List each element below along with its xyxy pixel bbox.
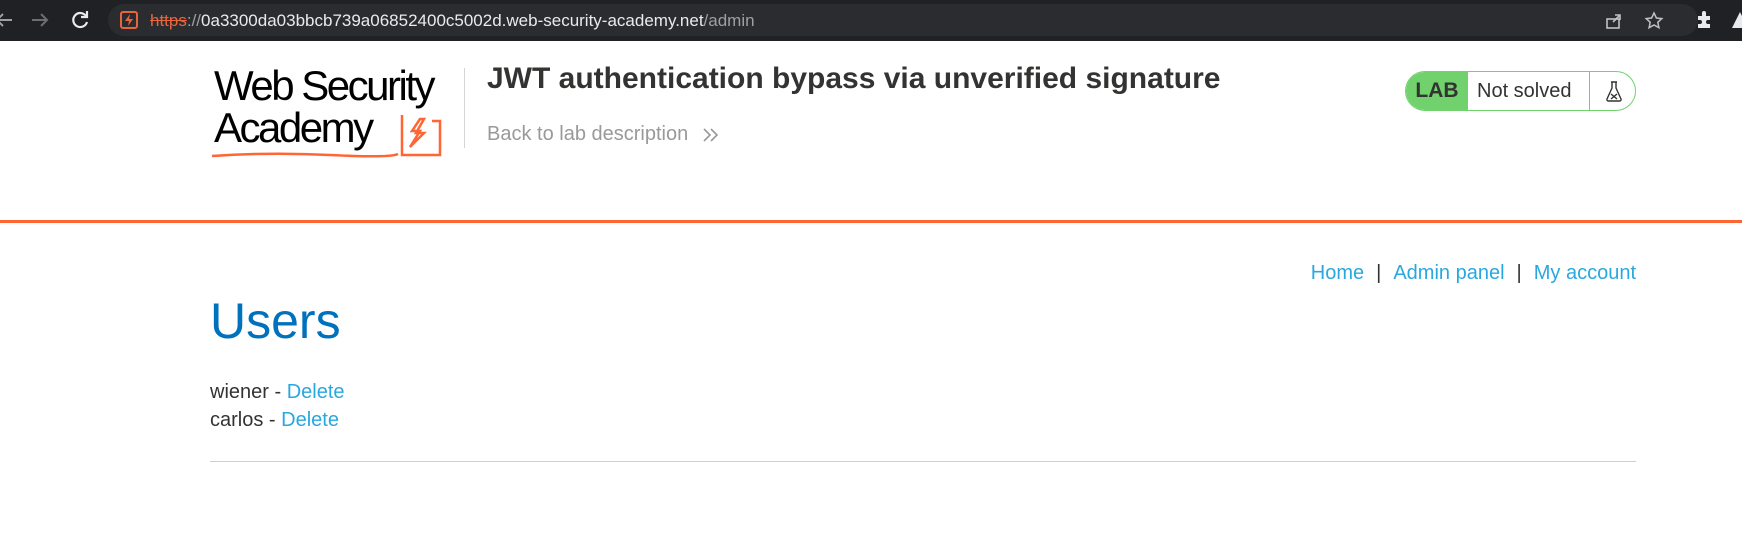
header-divider <box>464 68 465 148</box>
user-list: wiener - Delete carlos - Delete <box>210 378 345 434</box>
nav-separator: | <box>1376 262 1382 284</box>
page-title: Users <box>210 293 341 349</box>
nav-my-account-link[interactable]: My account <box>1534 262 1636 284</box>
top-navigation: Home | Admin panel | My account <box>1311 262 1636 285</box>
double-chevron-right-icon <box>703 128 718 142</box>
bookmark-star-icon[interactable] <box>1644 11 1664 31</box>
user-row: carlos - Delete <box>210 406 345 434</box>
logo-lightning-icon <box>400 115 442 157</box>
username: carlos <box>210 409 264 431</box>
forward-icon[interactable] <box>28 8 52 32</box>
browser-toolbar: https://0a3300da03bbcb739a06852400c5002d… <box>0 0 1742 41</box>
reload-icon[interactable] <box>68 8 92 32</box>
nav-home-link[interactable]: Home <box>1311 262 1364 284</box>
header-orange-rule <box>0 220 1742 223</box>
back-link-label: Back to lab description <box>487 123 689 145</box>
url-text[interactable]: https://0a3300da03bbcb739a06852400c5002d… <box>150 11 755 31</box>
user-row: wiener - Delete <box>210 378 345 406</box>
back-to-lab-description-link[interactable]: Back to lab description <box>487 123 720 146</box>
logo-underline-stroke <box>211 152 399 158</box>
user-separator: - <box>268 381 287 403</box>
username: wiener <box>210 381 269 403</box>
lab-status-text: Not solved <box>1477 80 1572 102</box>
profile-icon[interactable] <box>1730 8 1742 32</box>
delete-user-link[interactable]: Delete <box>287 381 345 403</box>
logo-text-line1: Web Security <box>214 62 436 109</box>
url-host: 0a3300da03bbcb739a06852400c5002d.web-sec… <box>201 11 704 30</box>
lab-title: JWT authentication bypass via unverified… <box>487 62 1221 95</box>
user-separator: - <box>263 409 282 431</box>
lab-badge: LAB <box>1406 72 1468 110</box>
back-icon[interactable] <box>0 8 16 32</box>
address-bar[interactable]: https://0a3300da03bbcb739a06852400c5002d… <box>108 4 1698 36</box>
extensions-puzzle-icon[interactable] <box>1694 8 1718 32</box>
flask-icon <box>1589 72 1635 110</box>
url-scheme: https <box>150 11 187 30</box>
url-path: /admin <box>703 11 755 30</box>
nav-admin-panel-link[interactable]: Admin panel <box>1393 262 1504 284</box>
content-divider <box>210 461 1636 462</box>
site-favicon-icon <box>120 11 138 29</box>
share-icon[interactable] <box>1604 11 1624 31</box>
delete-user-link[interactable]: Delete <box>281 409 339 431</box>
logo-text-line2: Academy <box>214 104 374 151</box>
lab-status-widget: LAB Not solved <box>1405 71 1636 111</box>
nav-separator: | <box>1516 262 1522 284</box>
url-separator: :// <box>186 11 202 30</box>
web-security-academy-logo[interactable]: Web Security Academy <box>210 64 460 160</box>
